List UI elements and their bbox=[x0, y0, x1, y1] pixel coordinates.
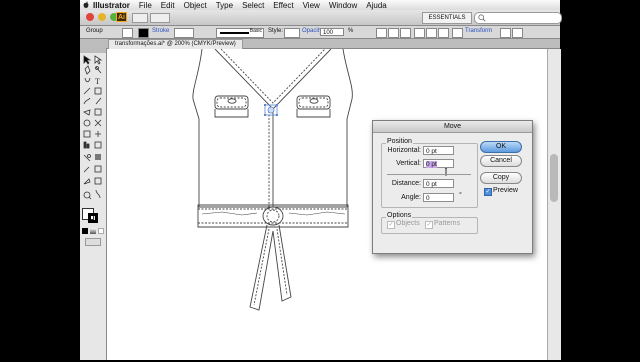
menu-select[interactable]: Select bbox=[242, 1, 264, 10]
menu-edit[interactable]: Edit bbox=[161, 1, 175, 10]
menu-file[interactable]: File bbox=[139, 1, 152, 10]
align-right-button[interactable] bbox=[400, 28, 411, 38]
dialog-title[interactable]: Move bbox=[373, 121, 532, 133]
percent-sign: % bbox=[348, 28, 354, 34]
objects-label: Objects bbox=[396, 220, 420, 227]
scrollbar-thumb[interactable] bbox=[550, 154, 558, 202]
distance-field[interactable]: 0 pt bbox=[423, 179, 454, 188]
stroke-weight-field[interactable] bbox=[174, 28, 194, 38]
stroke-label[interactable]: Stroke bbox=[152, 28, 169, 34]
isolate-group-button[interactable] bbox=[500, 28, 511, 38]
distance-label: Distance: bbox=[391, 180, 421, 187]
search-input[interactable] bbox=[474, 12, 562, 24]
style-picker[interactable] bbox=[284, 28, 300, 38]
copy-button[interactable]: Copy bbox=[480, 172, 522, 184]
close-window-button[interactable] bbox=[86, 13, 94, 21]
cancel-button[interactable]: Cancel bbox=[480, 155, 522, 167]
vertical-label: Vertical: bbox=[396, 160, 421, 167]
menu-object[interactable]: Object bbox=[184, 1, 207, 10]
opacity-field[interactable]: 100 bbox=[320, 28, 344, 36]
svg-text:T: T bbox=[95, 77, 100, 86]
arrange-documents-button[interactable] bbox=[150, 13, 170, 23]
application-bar: Ai ESSENTIALS bbox=[80, 10, 562, 26]
document-title: transformações.ai* @ 200% (CMYK/Preview) bbox=[115, 41, 236, 47]
control-panel: Group Stroke Basic Style: Opacity 100 % … bbox=[80, 26, 560, 39]
workspace-switcher[interactable]: ESSENTIALS bbox=[422, 12, 472, 24]
gradient-mode-button[interactable] bbox=[90, 228, 96, 234]
horizontal-field[interactable]: 0 pt bbox=[423, 146, 454, 155]
ok-button[interactable]: OK bbox=[480, 141, 522, 153]
stroke-swatch[interactable] bbox=[138, 28, 149, 38]
patterns-label: Patterns bbox=[434, 220, 461, 227]
align-bottom-button[interactable] bbox=[438, 28, 449, 38]
apple-icon[interactable] bbox=[82, 1, 90, 9]
preview-checkbox[interactable]: ✓ bbox=[484, 188, 492, 196]
align-top-button[interactable] bbox=[414, 28, 425, 38]
bridge-button[interactable] bbox=[132, 13, 148, 23]
vertical-field[interactable]: 0 pt bbox=[423, 159, 454, 168]
distribute-button[interactable] bbox=[452, 28, 463, 38]
angle-field[interactable]: 0 bbox=[423, 193, 454, 202]
document-tab-bar: transformações.ai* @ 200% (CMYK/Preview) bbox=[80, 39, 560, 49]
app-logo: Ai bbox=[116, 12, 127, 22]
degree-symbol: ° bbox=[459, 192, 462, 199]
preview-label: Preview bbox=[493, 187, 518, 194]
transform-label[interactable]: Transform bbox=[465, 28, 492, 34]
menu-help[interactable]: Ajuda bbox=[366, 1, 386, 10]
options-group-label: Options bbox=[386, 212, 413, 219]
objects-checkbox[interactable]: ✓ bbox=[387, 221, 395, 229]
color-mode-button[interactable] bbox=[82, 228, 88, 234]
none-mode-button[interactable] bbox=[98, 228, 104, 234]
patterns-checkbox[interactable]: ✓ bbox=[425, 221, 433, 229]
menu-type[interactable]: Type bbox=[216, 1, 233, 10]
tool-icons[interactable]: T bbox=[82, 54, 104, 254]
horizontal-label: Horizontal: bbox=[387, 147, 421, 154]
stroke-color-swatch[interactable] bbox=[88, 213, 98, 223]
style-label: Style: bbox=[268, 28, 284, 34]
fill-swatch[interactable] bbox=[122, 28, 133, 38]
minimize-window-button[interactable] bbox=[98, 13, 106, 21]
app-name-menu[interactable]: Illustrator bbox=[93, 1, 130, 10]
selection-type-label: Group bbox=[86, 28, 103, 34]
search-icon bbox=[478, 14, 486, 22]
angle-label: Angle: bbox=[401, 194, 421, 201]
menu-view[interactable]: View bbox=[303, 1, 320, 10]
panel-menu-button[interactable] bbox=[512, 28, 523, 38]
move-dialog: Move Position Horizontal: 0 pt Vertical:… bbox=[372, 120, 533, 254]
separator bbox=[387, 174, 471, 175]
position-group-label: Position bbox=[386, 138, 413, 145]
vertical-scrollbar[interactable] bbox=[547, 49, 561, 360]
screen-mode-button[interactable] bbox=[85, 238, 101, 246]
menu-window[interactable]: Window bbox=[329, 1, 357, 10]
document-tab[interactable]: transformações.ai* @ 200% (CMYK/Preview) bbox=[108, 39, 243, 49]
menu-effect[interactable]: Effect bbox=[273, 1, 293, 10]
tools-panel-header[interactable] bbox=[80, 48, 106, 53]
brush-definition-field[interactable]: Basic bbox=[216, 28, 264, 38]
align-middle-button[interactable] bbox=[426, 28, 437, 38]
brush-name: Basic bbox=[249, 28, 262, 34]
tools-panel: T bbox=[80, 48, 107, 360]
align-left-button[interactable] bbox=[376, 28, 387, 38]
align-center-button[interactable] bbox=[388, 28, 399, 38]
